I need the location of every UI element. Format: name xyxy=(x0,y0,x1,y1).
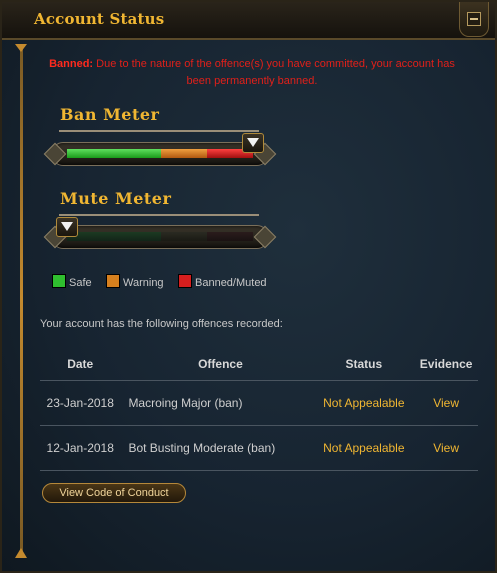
table-row: 23-Jan-2018 Macroing Major (ban) Not App… xyxy=(40,380,478,426)
rail-tip-top xyxy=(15,44,27,52)
mute-meter-marker-icon xyxy=(56,217,78,237)
view-code-of-conduct-button[interactable]: View Code of Conduct xyxy=(42,483,186,503)
legend-banned-label: Banned/Muted xyxy=(195,277,267,289)
mute-meter xyxy=(52,225,268,249)
ban-meter-warning-segment xyxy=(161,149,207,158)
legend-warning: Warning xyxy=(106,274,164,289)
ban-meter-rule xyxy=(59,130,259,132)
rail-tip-bottom xyxy=(15,548,27,558)
legend-warning-label: Warning xyxy=(123,277,164,289)
offence-name: Bot Busting Moderate (ban) xyxy=(120,425,314,471)
warning-swatch-icon xyxy=(106,274,120,288)
ban-meter-track xyxy=(67,149,253,158)
account-status-panel: Account Status Banned: Due to the nature… xyxy=(0,0,497,573)
offences-header-row: Date Offence Status Evidence xyxy=(40,348,478,381)
panel-title: Account Status xyxy=(34,10,165,28)
banned-swatch-icon xyxy=(178,274,192,288)
column-header-offence: Offence xyxy=(198,357,243,371)
offence-status: Not Appealable xyxy=(313,380,415,426)
offence-status: Not Appealable xyxy=(313,425,415,471)
ban-meter xyxy=(52,142,268,166)
column-header-status: Status xyxy=(345,357,383,371)
legend-banned: Banned/Muted xyxy=(178,274,267,289)
offence-date: 23-Jan-2018 xyxy=(40,380,121,426)
ban-notice-label: Banned: xyxy=(49,58,94,70)
minus-icon xyxy=(467,12,481,26)
column-header-evidence: Evidence xyxy=(419,357,473,371)
mute-meter-banned-segment xyxy=(207,232,253,241)
ban-meter-marker-icon xyxy=(242,133,264,153)
mute-meter-safe-segment xyxy=(67,232,161,241)
decorative-rail xyxy=(20,46,23,552)
view-evidence-link[interactable]: View xyxy=(414,380,478,426)
column-header-date: Date xyxy=(67,357,94,371)
offences-table: Date Offence Status Evidence 23-Jan-2018… xyxy=(40,348,478,471)
safe-swatch-icon xyxy=(52,274,66,288)
mute-meter-track xyxy=(67,232,253,241)
ban-notice-text: Due to the nature of the offence(s) you … xyxy=(96,58,455,87)
offence-name: Macroing Major (ban) xyxy=(120,380,314,426)
legend-safe-label: Safe xyxy=(69,277,92,289)
ban-notice: Banned: Due to the nature of the offence… xyxy=(42,56,462,90)
view-evidence-link[interactable]: View xyxy=(414,425,478,471)
mute-meter-warning-segment xyxy=(161,232,207,241)
ban-meter-title: Ban Meter xyxy=(60,105,160,124)
offence-date: 12-Jan-2018 xyxy=(40,425,121,471)
title-bar: Account Status xyxy=(2,2,495,40)
table-row: 12-Jan-2018 Bot Busting Moderate (ban) N… xyxy=(40,425,478,471)
collapse-button[interactable] xyxy=(459,2,489,37)
mute-meter-title: Mute Meter xyxy=(60,189,172,208)
mute-meter-rule xyxy=(59,214,259,216)
legend-safe: Safe xyxy=(52,274,92,289)
offences-intro: Your account has the following offences … xyxy=(40,318,283,330)
ban-meter-safe-segment xyxy=(67,149,161,158)
